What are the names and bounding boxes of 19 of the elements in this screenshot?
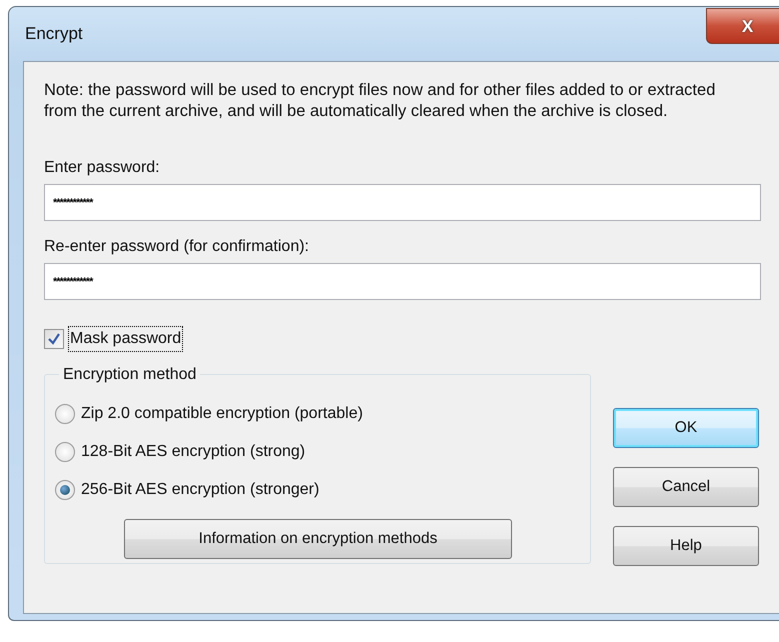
window-title: Encrypt xyxy=(25,23,83,46)
checkbox-label[interactable]: Mask password xyxy=(68,326,184,352)
radio-label[interactable]: Zip 2.0 compatible encryption (portable) xyxy=(81,402,363,426)
field-label: Re-enter password (for confirmation): xyxy=(44,237,310,257)
info-button[interactable]: Information on encryption methods xyxy=(124,519,512,559)
field-label: Enter password: xyxy=(44,158,161,178)
password-field[interactable]: ************ xyxy=(44,263,761,300)
radio-button[interactable] xyxy=(55,404,75,424)
dialog-button[interactable]: Help xyxy=(613,526,759,566)
radio-button[interactable] xyxy=(55,480,75,500)
dialog-button[interactable]: OK xyxy=(613,408,759,448)
note-text: Note: the password will be used to encrypt files now and for other files added to or extracted from the current archive, and will be automatically cleared when the archive is closed. xyxy=(44,80,716,122)
password-field[interactable]: ************ xyxy=(44,184,761,221)
dialog-button[interactable]: Cancel xyxy=(613,467,759,507)
checkbox[interactable] xyxy=(44,329,64,349)
radio-label[interactable]: 128-Bit AES encryption (strong) xyxy=(81,440,306,464)
radio-label[interactable]: 256-Bit AES encryption (stronger) xyxy=(81,478,320,502)
close-button[interactable]: X xyxy=(706,8,779,44)
radio-button[interactable] xyxy=(55,442,75,462)
